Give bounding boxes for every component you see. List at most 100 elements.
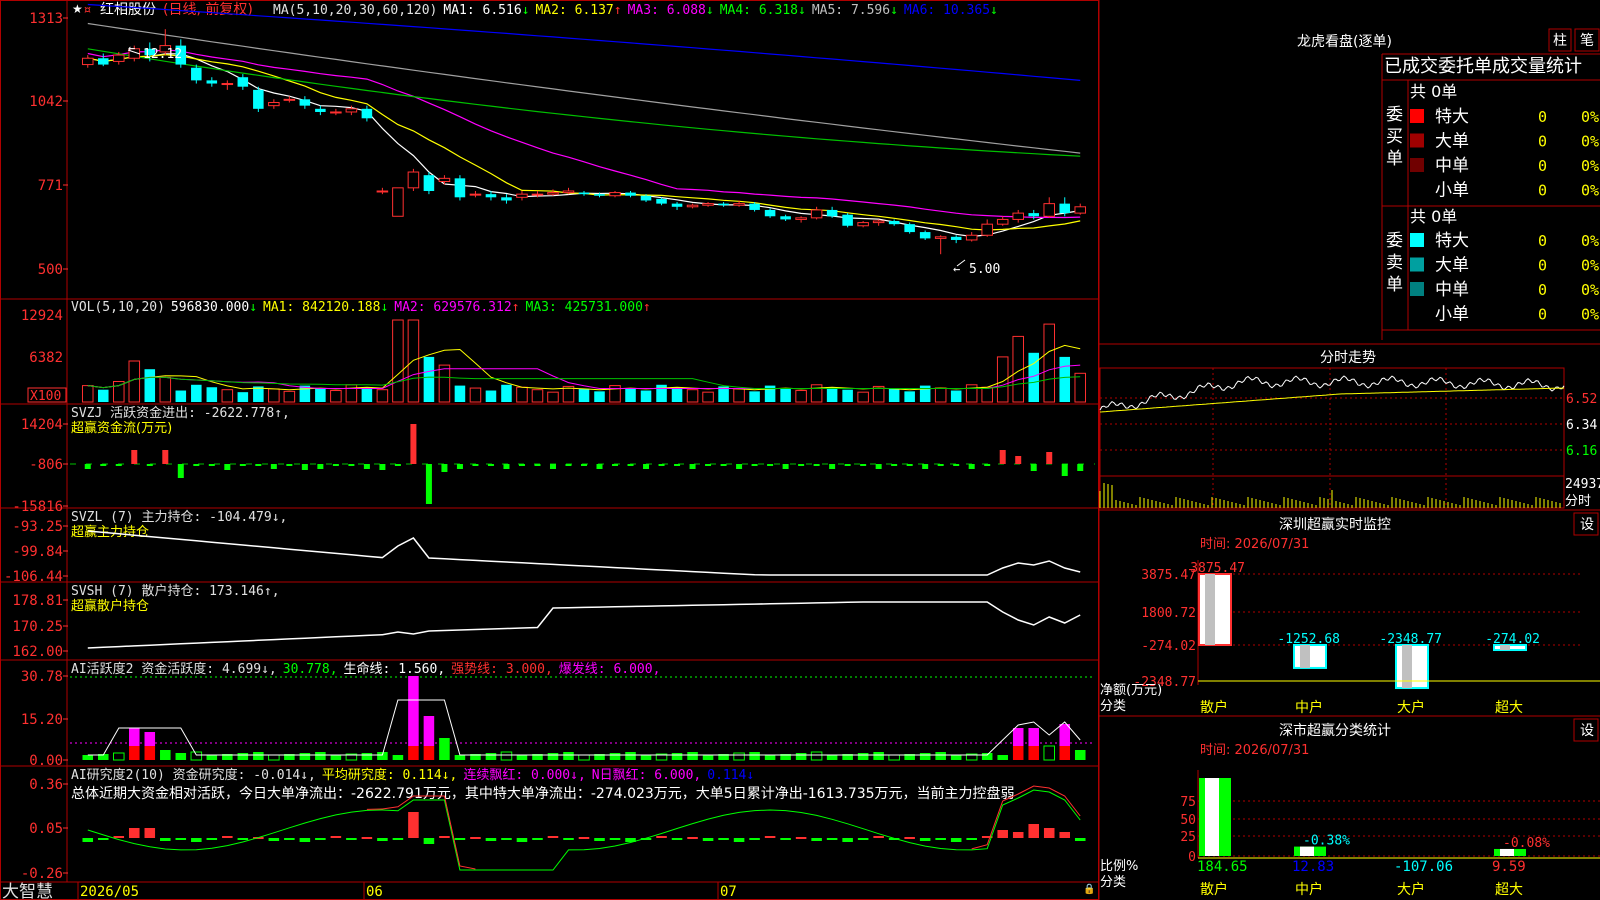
svzj-bar (472, 464, 479, 466)
sell-label-char-1: 卖 (1386, 253, 1403, 273)
szm-bar-shade-2 (1402, 645, 1412, 689)
sell-total: 共 0单 (1410, 207, 1457, 226)
ai-research-bar (361, 837, 373, 839)
svsh-line (87, 601, 1081, 649)
candle-body (625, 192, 636, 196)
intraday-axis-0: 6.52 (1566, 392, 1597, 407)
star-icon[interactable]: ★ (72, 2, 83, 16)
row-count-3: 0 (1538, 306, 1547, 324)
vol-bar (749, 391, 760, 402)
svzj-bar (937, 464, 944, 466)
svzj-bar (518, 464, 525, 466)
ai-research-legend: AI研究度2(10) 资金研究度: -0.014↓, 平均研究度: 0.114↓,… (71, 767, 754, 783)
low-marker-arrow: ← (953, 262, 960, 276)
row-count-1: 0 (1538, 257, 1547, 275)
candle-body (810, 209, 823, 219)
legend-arrow-3: ↑ (512, 300, 520, 315)
ai-active-bar (625, 752, 636, 760)
szm-bar-shade-0 (1205, 574, 1215, 645)
main-chart-canvas[interactable]: ★ ¤ 红相股份 (日线, 前复权) MA(5,10,20,30,60,120)… (0, 0, 1600, 900)
szm-axis-label-1: 1800.72 (1141, 606, 1196, 621)
ai-active-bar (190, 751, 203, 761)
ai-active-panel: AI活跃度2 资金活跃度: 4.699↓, 30.778, 生命线: 1.560, 强… (21, 661, 1095, 769)
vol-bar (842, 389, 853, 402)
vol-bar (531, 389, 544, 403)
axis-label-2: 771 (38, 178, 63, 194)
candle-body (609, 192, 621, 197)
ai-research-bar (1043, 828, 1055, 838)
buy-total: 共 0单 (1410, 82, 1457, 101)
legend-item-6: MA6: 10.365 (904, 3, 990, 18)
svzj-title: SVZJ 活跃资金进出: -2622.778↑, (71, 405, 290, 421)
ai-research-bar (609, 838, 621, 840)
ai-active-bar (237, 753, 249, 760)
vol-bar (191, 384, 202, 402)
vol-bar (206, 387, 218, 402)
vol-bar (1059, 356, 1071, 402)
legend-arrow-5: ↓ (890, 3, 898, 18)
ai-active-bar-base (1012, 746, 1024, 760)
ai-research-bar (780, 838, 791, 840)
candle-body (206, 80, 218, 84)
candle-body (283, 98, 296, 101)
szc-category-3: 超大 (1495, 882, 1523, 898)
ai-research-axis-labels: 0.36 0.05 -0.26 (21, 777, 68, 882)
svzj-bar (286, 464, 293, 466)
swatch-0 (1410, 109, 1424, 123)
intraday-vol-label: 24937 (1565, 477, 1600, 492)
svzj-bar (596, 464, 603, 469)
row-pct-0: 0% (1581, 232, 1599, 250)
lock-icon[interactable]: 🔒 (1083, 883, 1095, 895)
ai-research-bar (1028, 824, 1039, 838)
row-count-1: 0 (1538, 133, 1547, 151)
legend-item-1: 30.778, (283, 662, 338, 677)
sell-side-label: 委卖单 (1386, 231, 1403, 295)
ai-research-bar (1059, 832, 1071, 838)
ai-active-bars (70, 676, 1095, 761)
legend-item-2: 连续飘红: 0.000↓, (463, 767, 585, 783)
row-pct-3: 0% (1581, 306, 1599, 324)
candle-body (1012, 212, 1024, 220)
ai-active-bar (330, 755, 342, 760)
szc-category-0: 散户 (1200, 881, 1228, 898)
candle-body (950, 236, 962, 240)
axis-label-2: 0.00 (29, 753, 63, 769)
candle-body (996, 218, 1009, 225)
szc-category-2: 大户 (1397, 881, 1425, 898)
row-count-0: 0 (1538, 232, 1547, 250)
ai-research-bar (408, 812, 419, 838)
intraday-title: 分时走势 (1320, 350, 1376, 366)
svzj-bar (394, 464, 401, 466)
row-name-1: 大单 (1435, 256, 1469, 276)
ai-active-bar (997, 755, 1008, 760)
legend-item-0: VOL(5,10,20) (71, 300, 165, 315)
ai-active-bar (160, 750, 171, 760)
intraday-panel: 分时走势 6.52 6.34 6.16 24937 分时 (1099, 350, 1600, 509)
axis-label-1: 15.20 (21, 712, 63, 728)
szm-axis-label-2: -274.02 (1141, 639, 1196, 654)
svzj-bar (115, 464, 122, 466)
ai-research-bar (439, 836, 450, 838)
dragon-tiger-tab[interactable]: 已成交委托单成交量统计 (1384, 56, 1582, 77)
candle-body (112, 54, 125, 62)
szm-bar-label-0: 3875.47 (1190, 561, 1245, 576)
candle-body (888, 221, 900, 225)
ai-active-bar (454, 755, 466, 760)
ai-active-bar (810, 751, 823, 761)
vol-bar (810, 384, 823, 403)
candle-body (299, 99, 311, 106)
ai-research-bar (82, 838, 94, 842)
axis-label-2: 162.00 (12, 644, 63, 660)
legend-item-1: 平均研究度: 0.114↓, (322, 767, 457, 783)
szc-axis-label-1: 50 (1180, 813, 1196, 828)
sz-classify-title: 深市超赢分类统计 (1279, 722, 1391, 739)
candle-body (578, 192, 590, 195)
ai-research-bar (97, 838, 109, 840)
bar-mode-label: 柱 (1553, 33, 1567, 49)
candle-body (842, 214, 853, 226)
row-name-2: 中单 (1435, 156, 1469, 176)
legend-item-2: MA1: 842120.188 (263, 300, 380, 315)
ai-active-bar-base (1059, 746, 1071, 760)
sell-rows: 特大 0 0% 大单 0 0% 中单 0 0% 小单 0 0% (1410, 231, 1599, 325)
ai-active-bar (500, 751, 513, 761)
